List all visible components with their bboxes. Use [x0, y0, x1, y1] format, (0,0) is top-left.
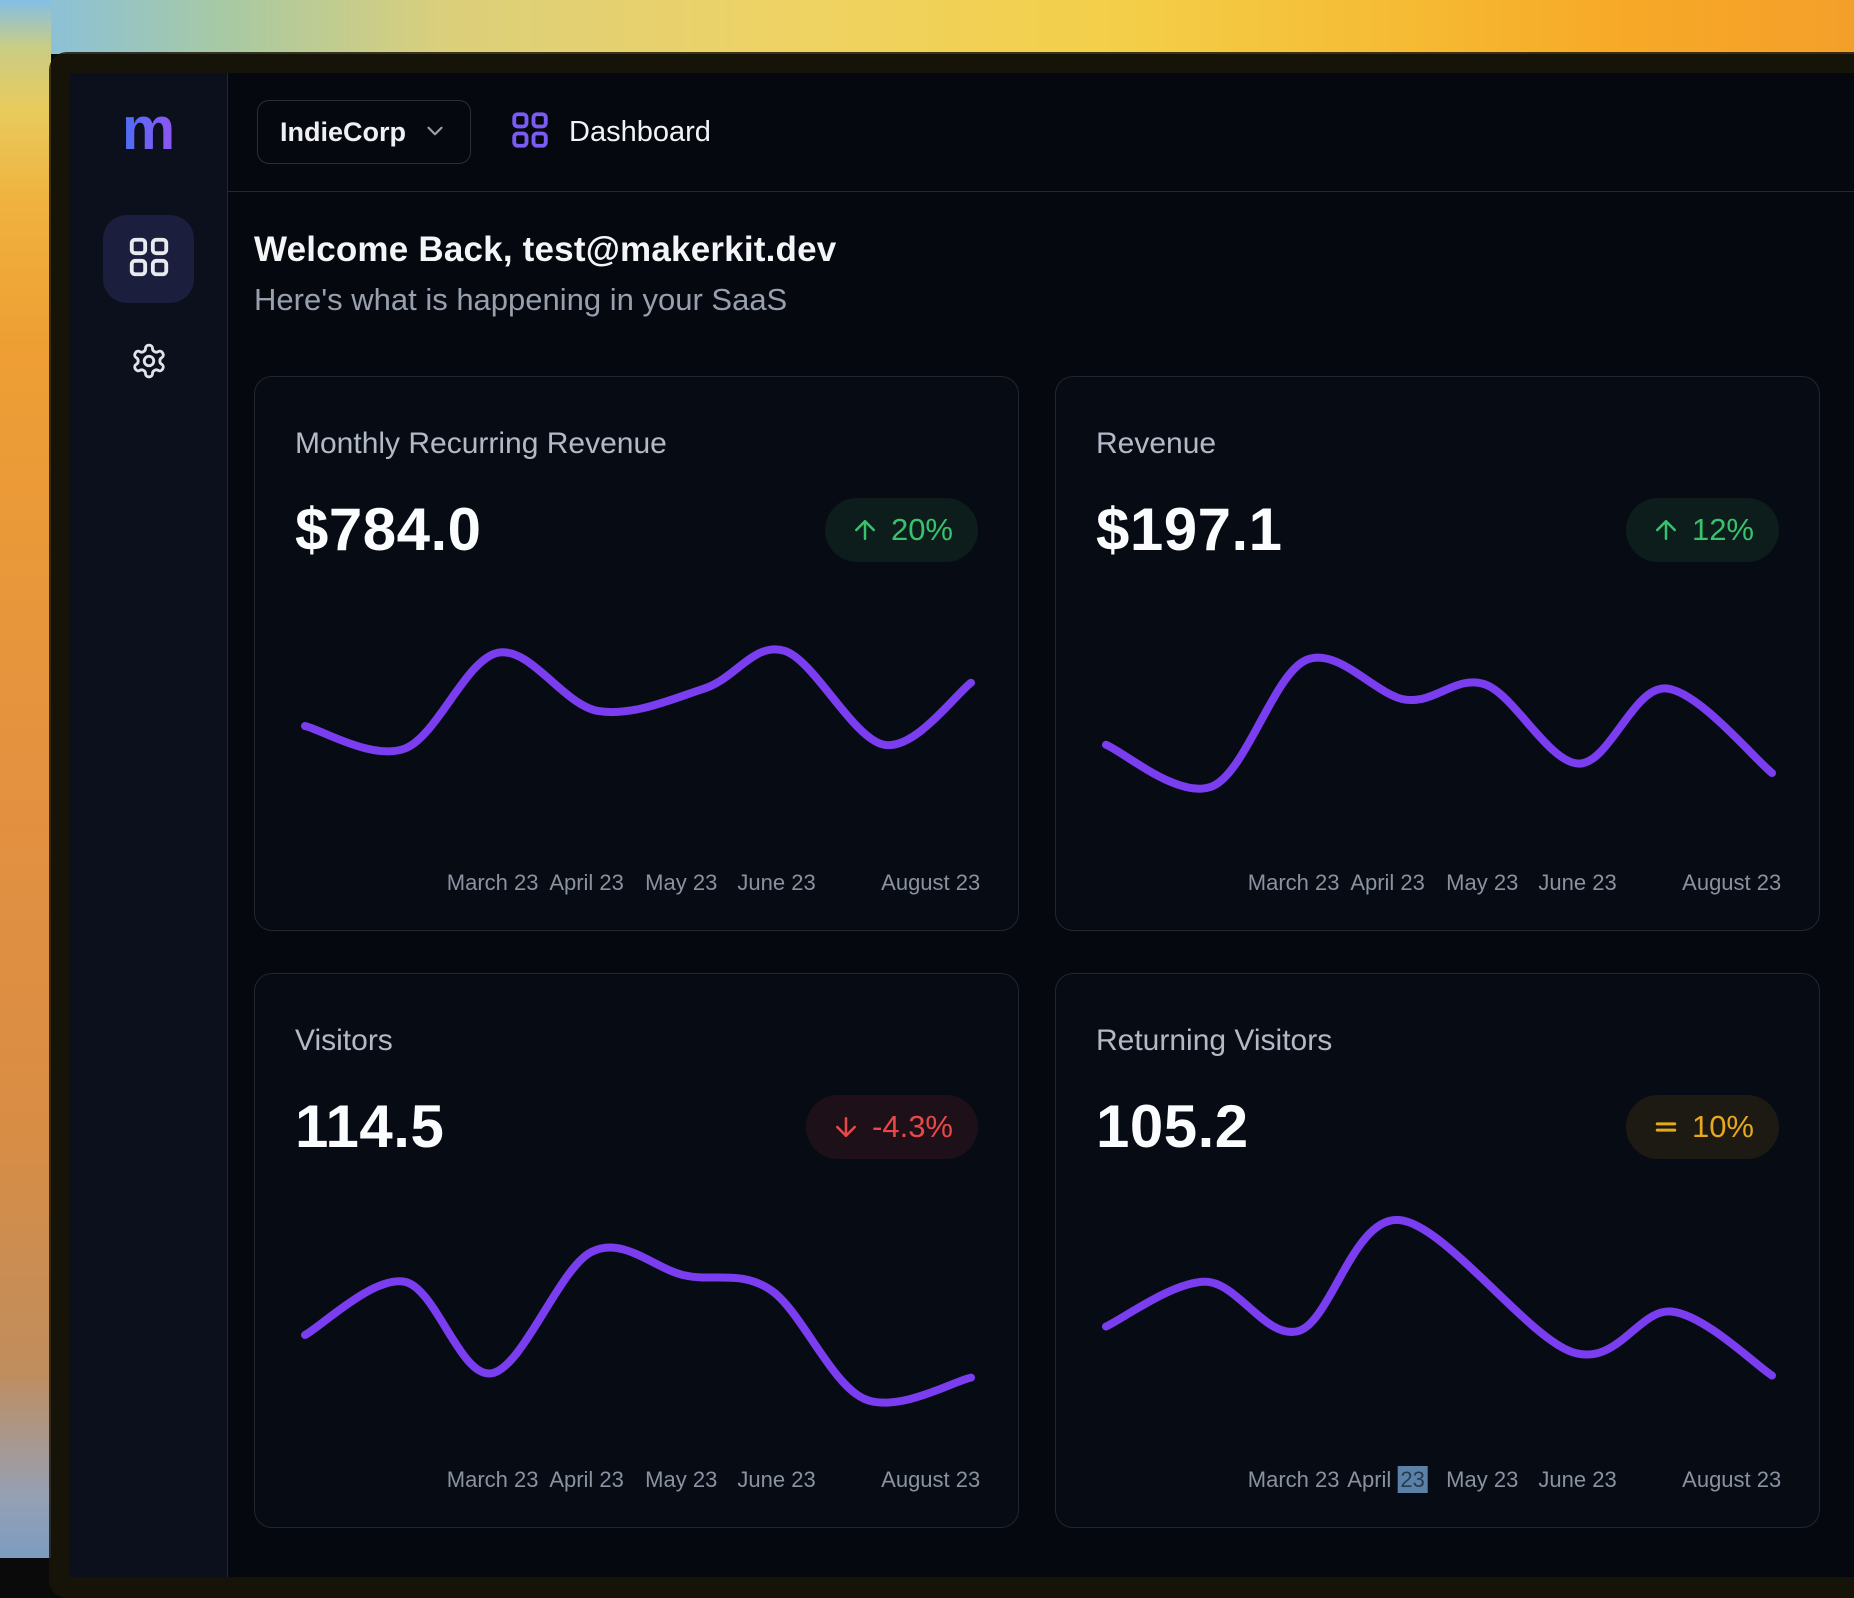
x-axis-tick: March 23: [447, 1467, 539, 1493]
card-returning-visitors: Returning Visitors 105.2 10% March 23 Apr…: [1055, 973, 1820, 1528]
metric-value: $784.0: [295, 495, 482, 564]
card-revenue: Revenue $197.1 12% March 23 April 23 May 2…: [1055, 376, 1820, 931]
trend-badge-label: 10%: [1692, 1109, 1754, 1145]
metric-value: 114.5: [295, 1092, 444, 1161]
chart-line-series: [305, 1247, 971, 1402]
sidebar-item-dashboard[interactable]: [103, 215, 194, 303]
arrow-up-icon: [1651, 515, 1681, 545]
trend-badge: -4.3%: [806, 1095, 978, 1159]
x-axis-tick: June 23: [737, 870, 815, 896]
x-axis-tick: August 23: [1682, 1467, 1781, 1493]
desktop-wallpaper-left: [0, 0, 51, 1558]
dashboard-grid-icon: [509, 109, 551, 156]
metric-value: 105.2: [1096, 1092, 1249, 1161]
card-title: Revenue: [1096, 427, 1779, 461]
trend-badge-label: -4.3%: [872, 1109, 953, 1145]
breadcrumb: Dashboard: [509, 109, 711, 156]
arrow-up-icon: [850, 515, 880, 545]
x-axis-tick: April 23: [1350, 870, 1425, 896]
trend-badge: 12%: [1626, 498, 1779, 562]
trend-badge: 10%: [1626, 1095, 1779, 1159]
x-axis: March 23April 23May 23June 23August 23: [300, 1467, 976, 1495]
chart-line-series: [1106, 1220, 1772, 1376]
x-axis-tick: June 23: [1538, 1467, 1616, 1493]
makerkit-logo: m: [122, 99, 175, 159]
x-axis-tick: August 23: [1682, 870, 1781, 896]
card-title: Visitors: [295, 1024, 978, 1058]
x-axis-tick: August 23: [881, 1467, 980, 1493]
line-chart: [300, 626, 976, 826]
x-axis-tick: May 23: [645, 1467, 717, 1493]
x-axis: March 23April 23May 23June 23August 23: [300, 870, 976, 898]
sidebar-item-settings[interactable]: [103, 333, 194, 393]
main-column: IndieCorp Dashboard Welcome Back, test@m…: [228, 73, 1854, 1577]
x-axis-tick: June 23: [737, 1467, 815, 1493]
card-title: Returning Visitors: [1096, 1024, 1779, 1058]
topbar: IndieCorp Dashboard: [228, 73, 1854, 192]
welcome-subheading: Here's what is happening in your SaaS: [254, 282, 1854, 318]
welcome-heading: Welcome Back, test@makerkit.dev: [254, 230, 1854, 270]
trend-badge-label: 12%: [1692, 512, 1754, 548]
chart-line-series: [305, 649, 971, 751]
arrow-down-icon: [831, 1112, 861, 1142]
team-selector-label: IndieCorp: [280, 117, 406, 148]
chart-line-series: [1106, 658, 1772, 789]
x-axis-tick: April 23: [1347, 1467, 1428, 1493]
x-axis-tick: June 23: [1538, 870, 1616, 896]
equals-icon: [1651, 1112, 1681, 1142]
x-axis: March 23April 23May 23June 23August 23: [1101, 1467, 1777, 1495]
stats-grid: Monthly Recurring Revenue $784.0 20% Mar…: [254, 376, 1854, 1528]
card-monthly-recurring-revenue: Monthly Recurring Revenue $784.0 20% Mar…: [254, 376, 1019, 931]
line-chart: [1101, 1214, 1777, 1439]
sidebar: m: [70, 73, 228, 1577]
line-chart: [1101, 626, 1777, 826]
metric-value: $197.1: [1096, 495, 1283, 564]
gear-icon: [130, 342, 168, 385]
card-title: Monthly Recurring Revenue: [295, 427, 978, 461]
page-title: Dashboard: [569, 116, 711, 149]
x-axis-tick: March 23: [447, 870, 539, 896]
line-chart: [300, 1214, 976, 1439]
x-axis-tick: May 23: [1446, 1467, 1518, 1493]
trend-badge-label: 20%: [891, 512, 953, 548]
x-axis-tick: April 23: [549, 1467, 624, 1493]
trend-badge: 20%: [825, 498, 978, 562]
x-axis-tick: April 23: [549, 870, 624, 896]
app-window: m IndieCorp: [49, 52, 1854, 1598]
x-axis: March 23April 23May 23June 23August 23: [1101, 870, 1777, 898]
x-axis-tick: March 23: [1248, 870, 1340, 896]
x-axis-tick: August 23: [881, 870, 980, 896]
selected-tick-text: 23: [1397, 1466, 1427, 1493]
chevron-down-icon: [422, 118, 448, 147]
grid-icon: [126, 234, 172, 285]
desktop-wallpaper-top: [0, 0, 1854, 54]
team-selector-button[interactable]: IndieCorp: [257, 100, 471, 164]
x-axis-tick: May 23: [645, 870, 717, 896]
x-axis-tick: March 23: [1248, 1467, 1340, 1493]
content: Welcome Back, test@makerkit.dev Here's w…: [228, 192, 1854, 1528]
x-axis-tick: May 23: [1446, 870, 1518, 896]
card-visitors: Visitors 114.5 -4.3% March 23 April 23 May…: [254, 973, 1019, 1528]
